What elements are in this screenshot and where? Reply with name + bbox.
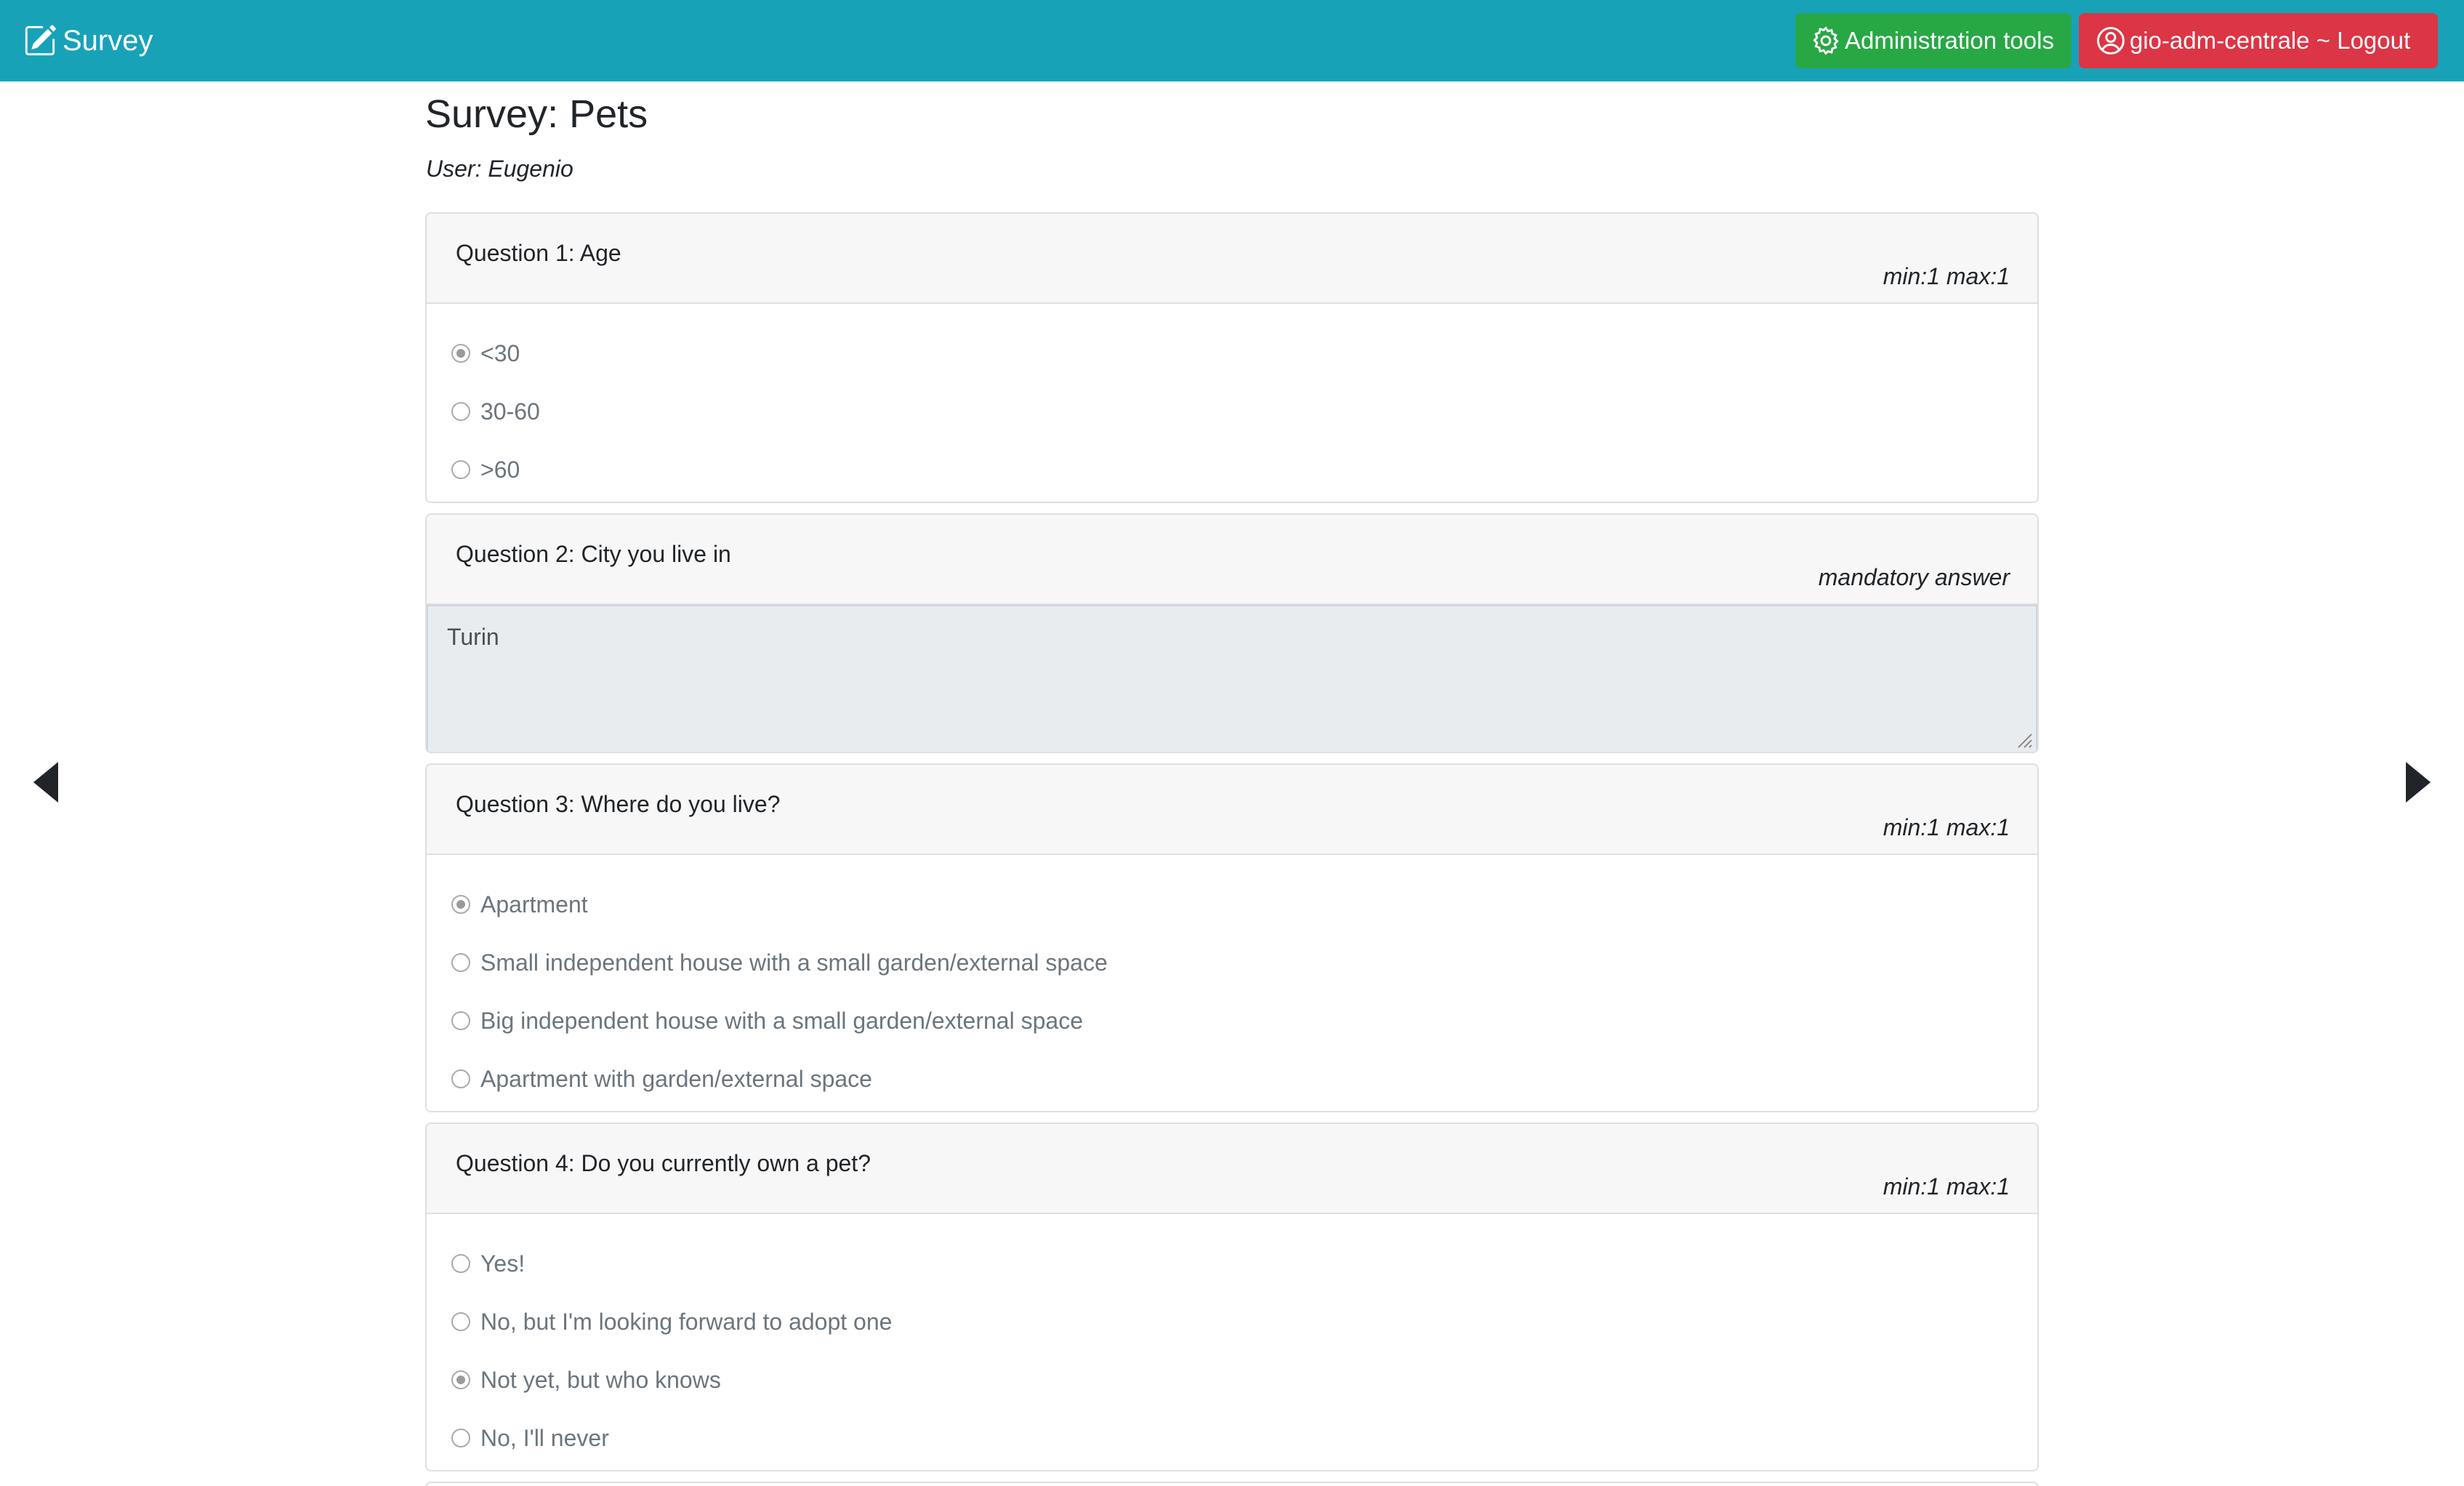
answer-textarea[interactable]: Turin (427, 605, 2037, 752)
question-card-2: Question 2: City you live in mandatory a… (425, 513, 2039, 753)
radio-button[interactable] (451, 1429, 470, 1447)
option-label: No, but I'm looking forward to adopt one (480, 1308, 893, 1335)
survey-user: User: Eugenio (426, 156, 573, 182)
radio-button[interactable] (451, 953, 470, 972)
radio-button[interactable] (451, 895, 470, 914)
option-label: Yes! (480, 1250, 526, 1277)
option-label: Apartment with garden/external space (480, 1065, 872, 1092)
question-constraint: min:1 max:1 (1883, 1173, 2010, 1200)
option[interactable]: Not yet, but who knows (427, 1351, 2037, 1409)
caret-left-icon[interactable] (31, 760, 60, 804)
logout-button[interactable]: gio-adm-centrale ~ Logout (2079, 13, 2438, 68)
radio-button[interactable] (451, 460, 470, 479)
option-label: Big independent house with a small garde… (480, 1007, 1083, 1034)
radio-button[interactable] (451, 1069, 470, 1088)
options-list: <30 30-60 >60 (427, 304, 2037, 499)
question-constraint: mandatory answer (1818, 564, 2010, 590)
option-label: Small independent house with a small gar… (480, 949, 1108, 976)
options-list: Yes! No, but I'm looking forward to adop… (427, 1214, 2037, 1467)
option[interactable]: <30 (427, 324, 2037, 382)
question-header: Question 4: Do you currently own a pet? … (427, 1124, 2037, 1214)
question-title: Question 2: City you live in (456, 541, 731, 567)
question-card-5 (425, 1482, 2039, 1486)
question-header: Question 1: Age min:1 max:1 (427, 214, 2037, 304)
caret-right-icon[interactable] (2404, 760, 2433, 804)
question-card-4: Question 4: Do you currently own a pet? … (425, 1122, 2039, 1471)
option[interactable]: No, but I'm looking forward to adopt one (427, 1293, 2037, 1351)
resize-handle-icon[interactable] (2016, 731, 2033, 749)
option-label: >60 (480, 456, 520, 483)
brand-link[interactable]: Survey (23, 20, 153, 61)
question-constraint: min:1 max:1 (1883, 814, 2010, 840)
page-title: Survey: Pets (425, 92, 648, 136)
radio-button[interactable] (451, 1370, 470, 1389)
edit-icon (25, 25, 56, 56)
option[interactable]: Apartment (427, 875, 2037, 933)
option-label: Not yet, but who knows (480, 1366, 721, 1393)
option[interactable]: >60 (427, 441, 2037, 499)
option[interactable]: No, I'll never (427, 1409, 2037, 1467)
question-constraint: min:1 max:1 (1883, 263, 2010, 289)
administration-tools-label: Administration tools (1845, 27, 2054, 54)
question-title: Question 1: Age (456, 240, 621, 266)
radio-button[interactable] (451, 1254, 470, 1273)
radio-button[interactable] (451, 344, 470, 363)
navbar: Survey Administration tools gio-adm-cent… (0, 0, 2464, 81)
gear-icon (1813, 26, 1839, 55)
radio-button[interactable] (451, 402, 470, 421)
option-label: No, I'll never (480, 1424, 609, 1451)
option-label: <30 (480, 340, 520, 366)
question-header: Question 3: Where do you live? min:1 max… (427, 765, 2037, 855)
option[interactable]: Yes! (427, 1234, 2037, 1293)
question-card-3: Question 3: Where do you live? min:1 max… (425, 763, 2039, 1112)
logout-label: gio-adm-centrale ~ Logout (2130, 27, 2411, 54)
question-title: Question 4: Do you currently own a pet? (456, 1150, 871, 1176)
user-circle-icon (2097, 27, 2125, 55)
brand-label: Survey (63, 24, 153, 57)
option-label: Apartment (480, 891, 588, 917)
option[interactable]: Big independent house with a small garde… (427, 992, 2037, 1050)
question-card-1: Question 1: Age min:1 max:1 <30 30-60 >6… (425, 212, 2039, 503)
options-list: Apartment Small independent house with a… (427, 855, 2037, 1108)
radio-button[interactable] (451, 1011, 470, 1030)
option-label: 30-60 (480, 398, 540, 425)
question-header: Question 2: City you live in mandatory a… (427, 515, 2037, 605)
option[interactable]: 30-60 (427, 382, 2037, 441)
answer-text: Turin (447, 624, 499, 650)
option[interactable]: Apartment with garden/external space (427, 1050, 2037, 1108)
question-title: Question 3: Where do you live? (456, 791, 781, 817)
radio-button[interactable] (451, 1312, 470, 1331)
option[interactable]: Small independent house with a small gar… (427, 933, 2037, 992)
administration-tools-button[interactable]: Administration tools (1795, 13, 2072, 68)
